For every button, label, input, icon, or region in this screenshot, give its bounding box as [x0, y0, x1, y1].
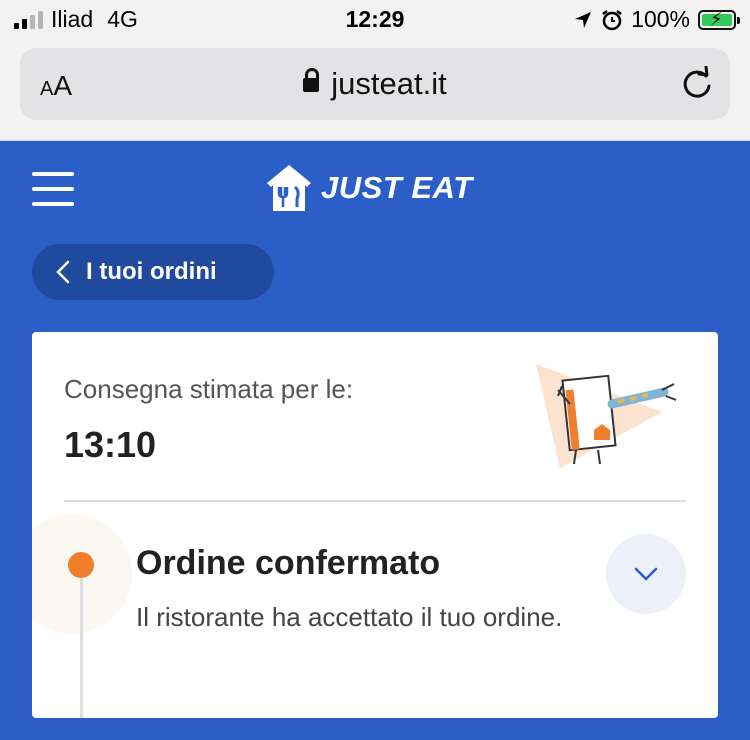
chevron-left-icon — [56, 260, 70, 284]
step-description: Il ristorante ha accettato il tuo ordine… — [136, 602, 563, 632]
status-right: 100% ⚡ — [573, 6, 740, 33]
bag-mascot-illustration — [536, 364, 677, 468]
reload-icon[interactable] — [680, 66, 714, 102]
alarm-icon — [602, 9, 622, 30]
browser-toolbar: AA justeat.it — [0, 40, 750, 141]
back-button-label: I tuoi ordini — [86, 258, 217, 285]
address-bar[interactable]: AA justeat.it — [20, 48, 730, 120]
status-dot — [68, 552, 94, 578]
lock-icon — [303, 68, 320, 92]
url-text: justeat.it — [331, 66, 447, 101]
card-divider — [64, 500, 686, 502]
timeline-line — [80, 578, 83, 718]
just-eat-logo[interactable]: JUST EAT — [265, 163, 473, 213]
hamburger-menu-icon[interactable] — [32, 172, 74, 208]
back-to-orders-button[interactable]: I tuoi ordini — [32, 244, 274, 300]
step-title: Ordine confermato — [136, 544, 441, 582]
eta-label: Consegna stimata per le: — [64, 374, 354, 404]
location-arrow-icon — [575, 11, 592, 28]
battery-icon: ⚡ — [698, 9, 740, 30]
eta-time: 13:10 — [64, 424, 157, 465]
url-display[interactable]: justeat.it — [20, 66, 730, 102]
status-bar: Iliad 4G 12:29 100% ⚡ — [0, 0, 750, 40]
just-eat-logo-icon — [267, 165, 311, 211]
chevron-down-icon — [634, 567, 658, 581]
battery-percentage: 100% — [631, 6, 690, 32]
order-status-card: Consegna stimata per le: 13:10 Ordine co… — [32, 332, 718, 718]
brand-name: JUST EAT — [321, 170, 473, 205]
expand-step-button[interactable] — [606, 534, 686, 614]
